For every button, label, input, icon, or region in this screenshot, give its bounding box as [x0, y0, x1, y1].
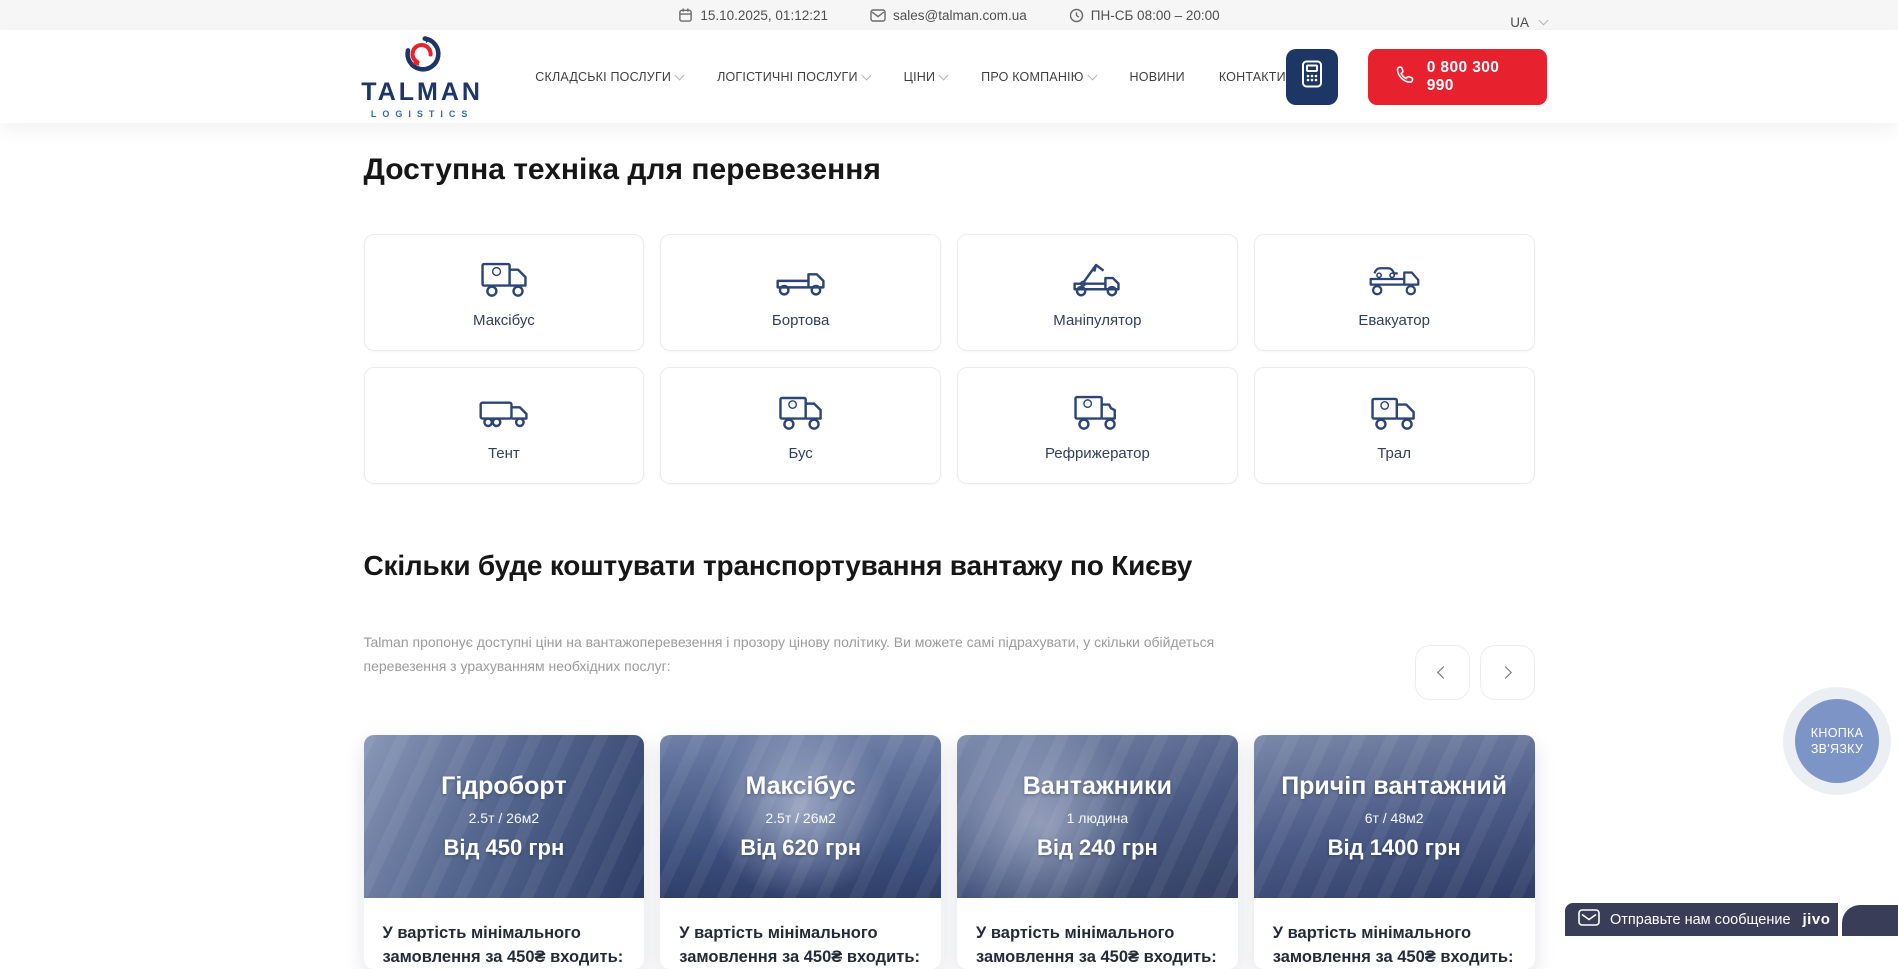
price-value: Від 240 грн [1037, 835, 1158, 861]
logo-name: TALMAN [361, 80, 483, 105]
van-truck-icon [773, 390, 829, 434]
calendar-icon [678, 7, 693, 23]
trawl-truck-icon [1366, 390, 1422, 434]
chevron-left-icon [1437, 666, 1450, 679]
envelope-icon [1578, 909, 1600, 931]
top-info-bar: 15.10.2025, 01:12:21 sales@talman.com.ua… [0, 0, 1898, 30]
price-card-photo: Причіп вантажний 6т / 48м2 Від 1400 грн [1254, 735, 1535, 898]
ukraine-flag-icon [1484, 16, 1504, 29]
box-truck-logo-icon [476, 257, 532, 301]
carousel-controls [1415, 645, 1535, 700]
equipment-section-title: Доступна техніка для перевезення [364, 152, 1535, 188]
flatbed-truck-icon [773, 257, 829, 301]
carousel-prev-button[interactable] [1415, 645, 1470, 700]
price-card-carousel: Гідроборт 2.5т / 26м2 Від 450 грн У варт… [364, 735, 1535, 969]
pricing-description: Talman пропонує доступні ціни на вантажо… [364, 630, 1269, 678]
calculator-icon [1299, 59, 1325, 94]
price-card-loaders: Вантажники 1 людина Від 240 грн У вартіс… [957, 735, 1238, 969]
price-card-note: У вартість мінімального замовлення за 45… [660, 898, 941, 969]
price-card-hydroboard: Гідроборт 2.5т / 26м2 Від 450 грн У варт… [364, 735, 645, 969]
price-card-photo: Вантажники 1 людина Від 240 грн [957, 735, 1238, 898]
price-card-maxibus: Максібус 2.5т / 26м2 Від 620 грн У варті… [660, 735, 941, 969]
clock-icon [1069, 8, 1084, 23]
carousel-next-button[interactable] [1480, 645, 1535, 700]
equipment-card-reefer[interactable]: Рефрижератор [957, 367, 1238, 484]
price-card-note: У вартість мінімального замовлення за 45… [1254, 898, 1535, 969]
equipment-card-maxibus[interactable]: Максібус [364, 234, 645, 351]
price-card-photo: Гідроборт 2.5т / 26м2 Від 450 грн [364, 735, 645, 898]
working-hours: ПН-СБ 08:00 – 20:00 [1069, 8, 1220, 23]
chevron-down-icon [861, 70, 871, 80]
nav-item-logistics[interactable]: ЛОГІСТИЧНІ ПОСЛУГИ [717, 70, 870, 84]
pricing-section-title: Скільки буде коштувати транспортування в… [364, 549, 1535, 583]
mail-icon [870, 9, 886, 22]
jivo-logo: jivo [1803, 911, 1831, 928]
chat-message: Отправьте нам сообщение [1610, 912, 1791, 928]
chat-widget-bump[interactable] [1842, 905, 1898, 936]
chevron-down-icon [1087, 70, 1097, 80]
language-code: UA [1510, 15, 1529, 30]
price-value: Від 1400 грн [1328, 835, 1461, 861]
main-nav: СКЛАДСЬКІ ПОСЛУГИ ЛОГІСТИЧНІ ПОСЛУГИ ЦІН… [535, 70, 1286, 84]
nav-item-prices[interactable]: ЦІНИ [904, 70, 948, 84]
equipment-card-tent[interactable]: Тент [364, 367, 645, 484]
chat-widget-bar[interactable]: Отправьте нам сообщение jivo [1565, 903, 1838, 936]
chevron-down-icon [939, 70, 949, 80]
tent-truck-icon [476, 390, 532, 434]
logo-tagline: LOGISTICS [371, 109, 474, 119]
callback-label: КНОПКА ЗВ'ЯЗКУ [1795, 699, 1879, 783]
phone-button[interactable]: 0 800 300 990 [1368, 49, 1547, 105]
price-card-note: У вартість мінімального замовлення за 45… [364, 898, 645, 969]
main-header: TALMAN LOGISTICS СКЛАДСЬКІ ПОСЛУГИ ЛОГІС… [0, 30, 1898, 123]
datetime: 15.10.2025, 01:12:21 [678, 7, 828, 23]
equipment-card-tow[interactable]: Евакуатор [1254, 234, 1535, 351]
contact-email[interactable]: sales@talman.com.ua [870, 8, 1027, 23]
phone-icon [1394, 64, 1415, 90]
nav-item-news[interactable]: НОВИНИ [1130, 70, 1185, 84]
reefer-truck-icon [1069, 390, 1125, 434]
phone-number: 0 800 300 990 [1427, 59, 1521, 95]
chevron-down-icon [675, 70, 685, 80]
logo[interactable]: TALMAN LOGISTICS [351, 35, 493, 119]
callback-button[interactable]: КНОПКА ЗВ'ЯЗКУ [1783, 687, 1891, 795]
price-card-trailer: Причіп вантажний 6т / 48м2 Від 1400 грн … [1254, 735, 1535, 969]
chevron-right-icon [1499, 666, 1512, 679]
price-value: Від 620 грн [740, 835, 861, 861]
calculator-button[interactable] [1286, 49, 1338, 105]
chevron-down-icon [1539, 16, 1549, 26]
crane-truck-icon [1069, 257, 1125, 301]
nav-item-warehouse[interactable]: СКЛАДСЬКІ ПОСЛУГИ [535, 70, 683, 84]
tow-truck-icon [1366, 257, 1422, 301]
equipment-card-trawl[interactable]: Трал [1254, 367, 1535, 484]
equipment-card-crane[interactable]: Маніпулятор [957, 234, 1238, 351]
nav-item-contacts[interactable]: КОНТАКТИ [1219, 70, 1286, 84]
nav-item-about[interactable]: ПРО КОМПАНІЮ [981, 70, 1095, 84]
price-value: Від 450 грн [443, 835, 564, 861]
price-card-note: У вартість мінімального замовлення за 45… [957, 898, 1238, 969]
price-card-photo: Максібус 2.5т / 26м2 Від 620 грн [660, 735, 941, 898]
equipment-card-flatbed[interactable]: Бортова [660, 234, 941, 351]
logo-mark-icon [402, 35, 442, 78]
equipment-card-van[interactable]: Бус [660, 367, 941, 484]
equipment-grid: Максібус Бортова Маніпулятор Евакуатор Т [364, 234, 1535, 484]
